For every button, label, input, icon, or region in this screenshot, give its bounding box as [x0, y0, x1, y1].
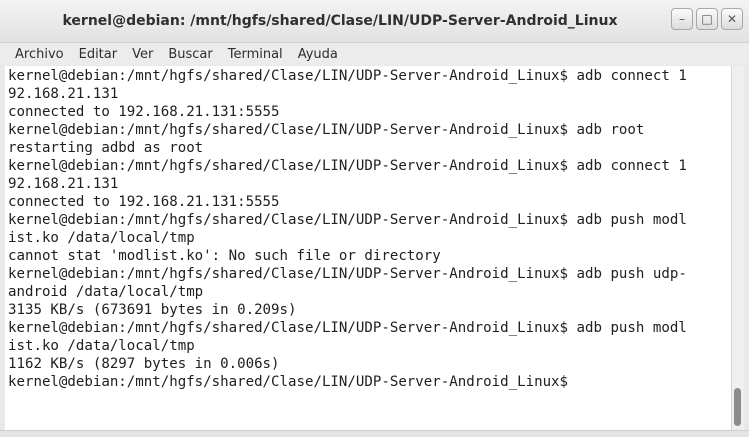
terminal-line: cannot stat 'modlist.ko': No such file o…	[8, 248, 441, 264]
maximize-button[interactable]: □	[696, 8, 718, 30]
terminal-line: kernel@debian:/mnt/hgfs/shared/Clase/LIN…	[8, 158, 687, 174]
terminal-line: ist.ko /data/local/tmp	[8, 230, 195, 246]
menu-editar[interactable]: Editar	[73, 47, 127, 62]
terminal-line: android /data/local/tmp	[8, 284, 204, 300]
terminal-line: kernel@debian:/mnt/hgfs/shared/Clase/LIN…	[8, 68, 687, 84]
menu-bar: Archivo Editar Ver Buscar Terminal Ayuda	[0, 43, 749, 65]
terminal-line: 92.168.21.131	[8, 176, 119, 192]
close-button[interactable]: ✕	[721, 8, 743, 30]
window-title: kernel@debian: /mnt/hgfs/shared/Clase/LI…	[62, 13, 618, 29]
menu-terminal[interactable]: Terminal	[222, 47, 292, 62]
minimize-button[interactable]: –	[671, 8, 693, 30]
vertical-scrollbar[interactable]	[731, 66, 744, 430]
terminal-line: kernel@debian:/mnt/hgfs/shared/Clase/LIN…	[8, 374, 569, 390]
menu-buscar[interactable]: Buscar	[162, 47, 221, 62]
terminal-line: 92.168.21.131	[8, 86, 119, 102]
terminal-line: kernel@debian:/mnt/hgfs/shared/Clase/LIN…	[8, 266, 687, 282]
terminal-lines: kernel@debian:/mnt/hgfs/shared/Clase/LIN…	[5, 66, 731, 391]
terminal-line: kernel@debian:/mnt/hgfs/shared/Clase/LIN…	[8, 320, 687, 336]
terminal-line: connected to 192.168.21.131:5555	[8, 194, 280, 210]
window-controls: – □ ✕	[668, 8, 743, 30]
terminal-line: kernel@debian:/mnt/hgfs/shared/Clase/LIN…	[8, 212, 687, 228]
menu-ayuda[interactable]: Ayuda	[292, 47, 347, 62]
terminal-line: kernel@debian:/mnt/hgfs/shared/Clase/LIN…	[8, 122, 645, 138]
terminal-line: 3135 KB/s (673691 bytes in 0.209s)	[8, 302, 297, 318]
menu-archivo[interactable]: Archivo	[0, 47, 73, 62]
terminal-line: ist.ko /data/local/tmp	[8, 338, 195, 354]
title-bar[interactable]: kernel@debian: /mnt/hgfs/shared/Clase/LI…	[0, 0, 749, 43]
menu-ver[interactable]: Ver	[126, 47, 162, 62]
terminal-output[interactable]: kernel@debian:/mnt/hgfs/shared/Clase/LIN…	[5, 66, 731, 430]
terminal-line: restarting adbd as root	[8, 140, 204, 156]
terminal-line: connected to 192.168.21.131:5555	[8, 104, 280, 120]
terminal-line: 1162 KB/s (8297 bytes in 0.006s)	[8, 356, 280, 372]
scrollbar-thumb[interactable]	[734, 388, 741, 426]
